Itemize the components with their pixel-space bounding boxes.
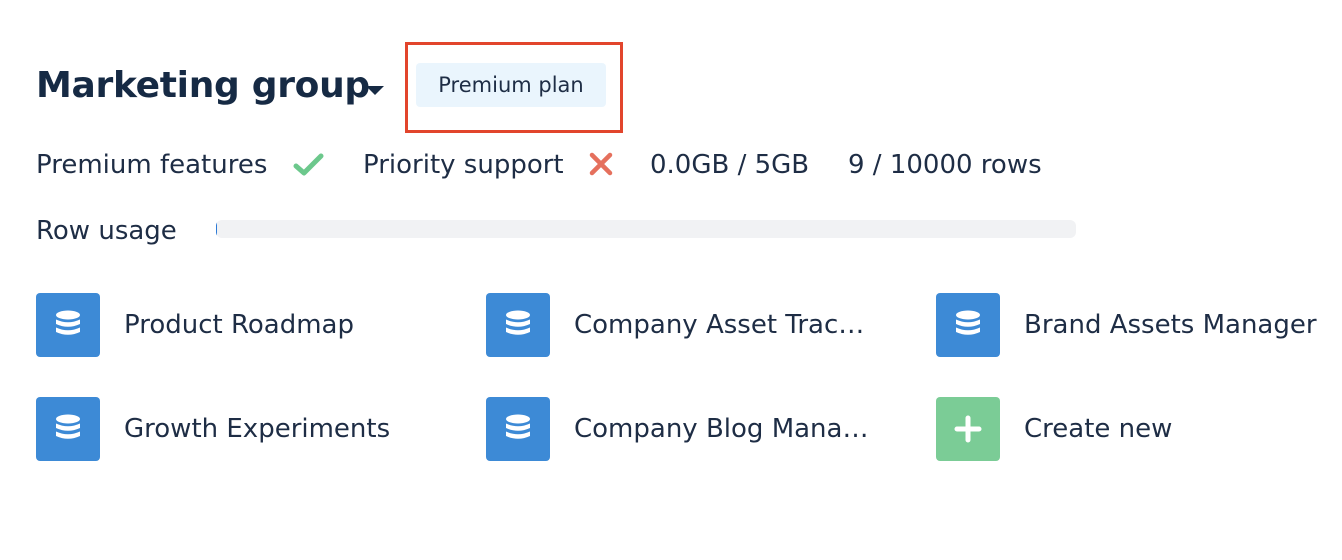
database-item[interactable]: Brand Assets Manager <box>936 293 1336 357</box>
chevron-down-icon[interactable] <box>360 80 390 104</box>
database-icon <box>486 397 550 461</box>
premium-features-label: Premium features <box>36 150 268 180</box>
database-label: Growth Experiments <box>124 414 391 444</box>
plan-badge[interactable]: Premium plan <box>416 63 606 107</box>
cross-icon <box>589 152 613 176</box>
create-new-button[interactable]: Create new <box>936 397 1336 461</box>
database-icon <box>486 293 550 357</box>
database-label: Brand Assets Manager <box>1024 310 1317 340</box>
group-title: Marketing group <box>36 65 370 106</box>
check-icon <box>293 153 324 176</box>
plus-icon <box>936 397 1000 461</box>
database-item[interactable]: Company Blog Manage… <box>486 397 886 461</box>
storage-usage: 0.0GB / 5GB <box>650 150 810 180</box>
row-usage-label: Row usage <box>36 216 177 246</box>
row-usage-bar <box>216 220 1076 238</box>
database-item[interactable]: Company Asset Tracker <box>486 293 886 357</box>
database-item[interactable]: Product Roadmap <box>36 293 436 357</box>
group-overview: Marketing group Premium plan Premium fea… <box>0 0 1342 560</box>
database-item[interactable]: Growth Experiments <box>36 397 436 461</box>
database-label: Company Asset Tracker <box>574 310 874 340</box>
database-icon <box>936 293 1000 357</box>
priority-support-label: Priority support <box>363 150 564 180</box>
row-usage-fill <box>216 220 217 238</box>
database-icon <box>36 397 100 461</box>
create-new-label: Create new <box>1024 414 1173 444</box>
database-label: Product Roadmap <box>124 310 354 340</box>
database-icon <box>36 293 100 357</box>
database-label: Company Blog Manage… <box>574 414 874 444</box>
rows-usage: 9 / 10000 rows <box>848 150 1042 180</box>
